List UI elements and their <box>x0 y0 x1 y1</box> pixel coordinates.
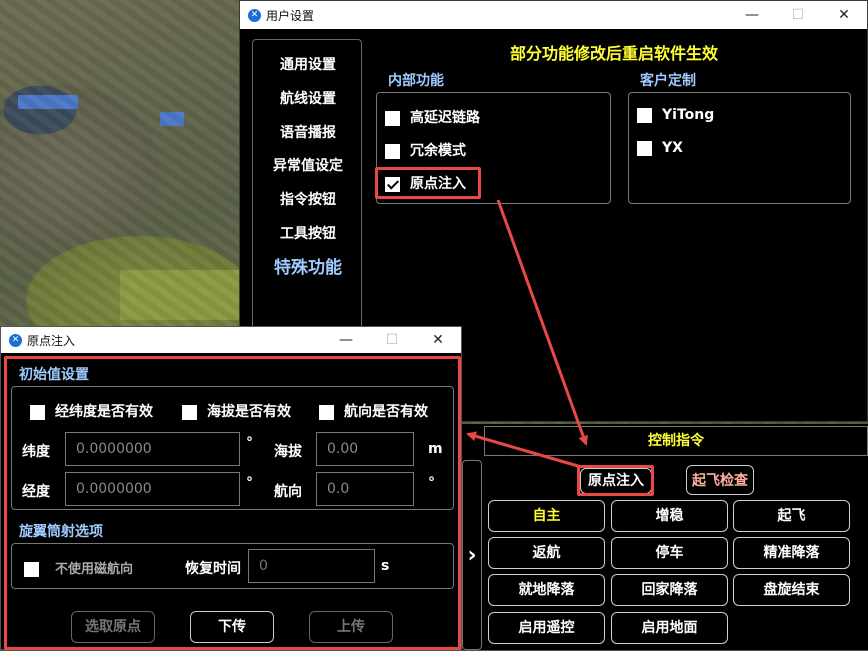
annotation-arrows <box>466 199 588 468</box>
arrow-to-window <box>466 431 579 468</box>
arrow-to-control <box>496 199 588 446</box>
